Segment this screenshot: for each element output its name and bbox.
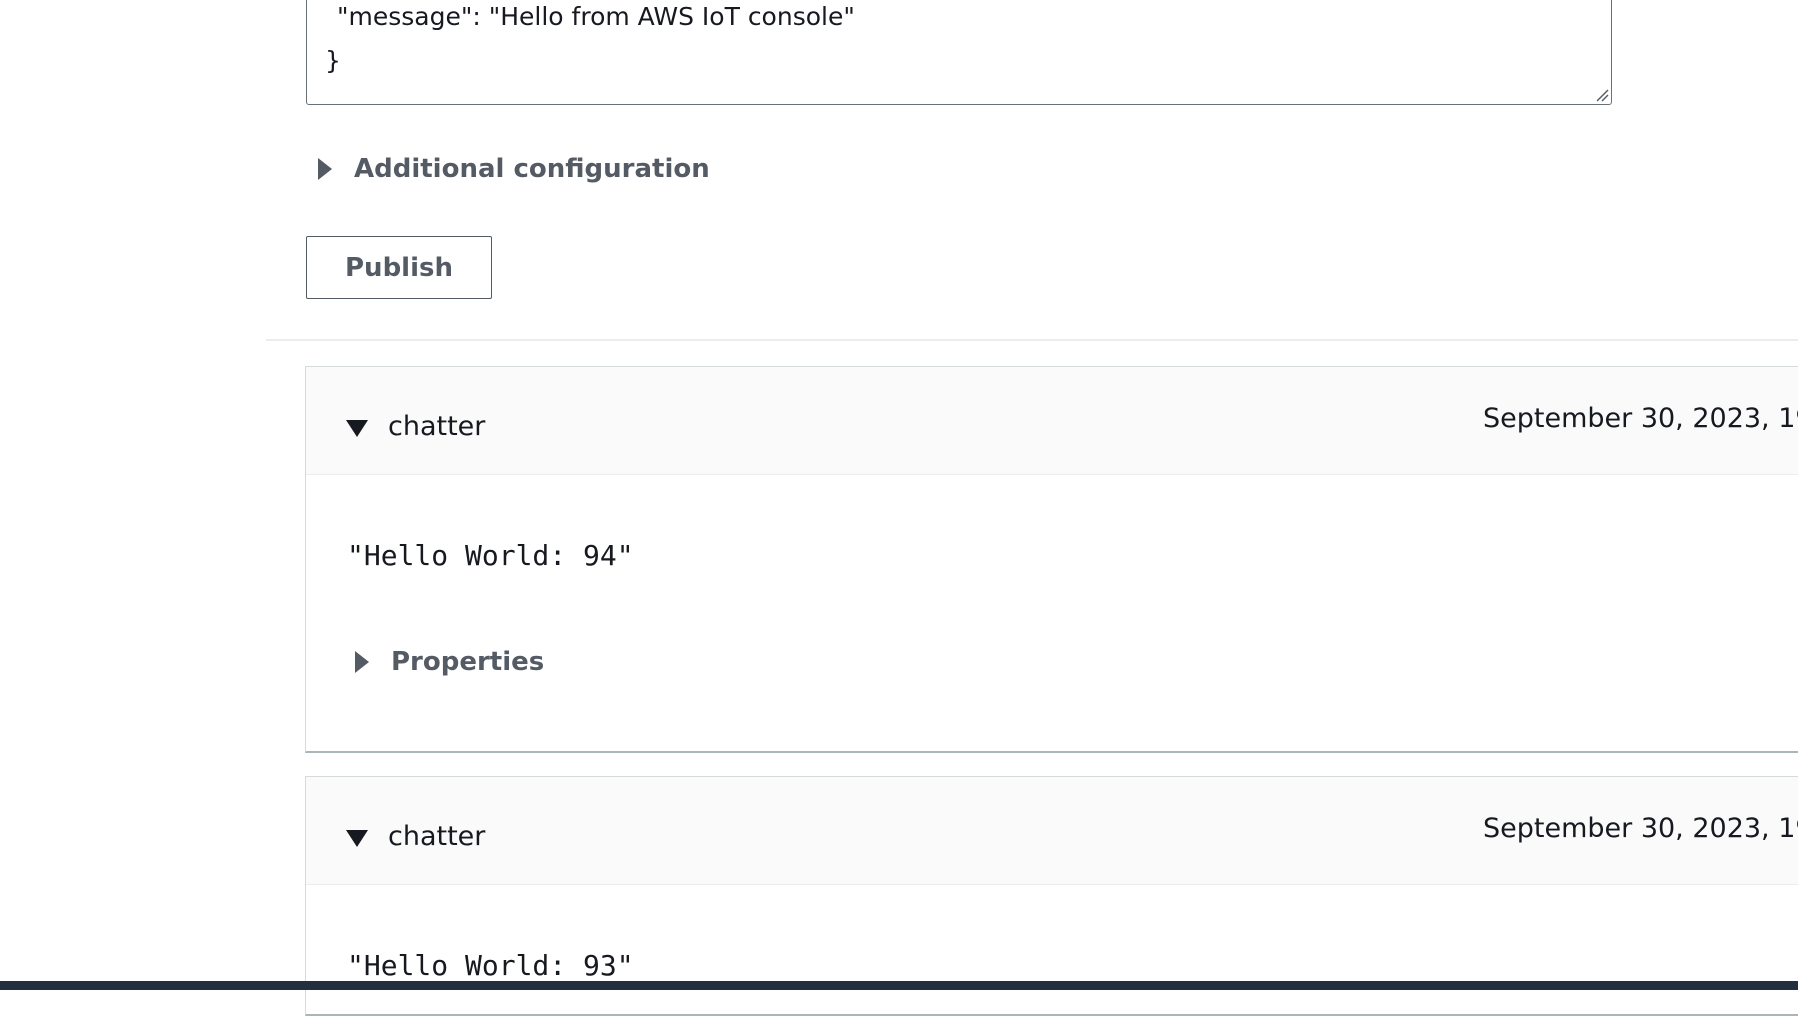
publish-button[interactable]: Publish xyxy=(306,236,492,299)
section-divider xyxy=(266,339,1798,341)
message-header[interactable]: chatter September 30, 2023, 19: xyxy=(306,777,1798,885)
message-timestamp: September 30, 2023, 19: xyxy=(1483,403,1798,434)
message-card: chatter September 30, 2023, 19: "Hello W… xyxy=(305,776,1798,1016)
properties-label: Properties xyxy=(391,647,545,677)
message-payload: "Hello World: 94" xyxy=(347,539,634,572)
payload-line: "message": "Hello from AWS IoT console" xyxy=(337,2,855,31)
message-timestamp: September 30, 2023, 19: xyxy=(1483,813,1798,844)
caret-right-icon xyxy=(318,158,332,180)
resize-handle-icon[interactable] xyxy=(1595,88,1609,102)
message-topic: chatter xyxy=(388,821,486,852)
message-header[interactable]: chatter September 30, 2023, 19: xyxy=(306,367,1798,475)
message-card: chatter September 30, 2023, 19: "Hello W… xyxy=(305,366,1798,753)
additional-configuration-label: Additional configuration xyxy=(354,154,710,184)
payload-line: } xyxy=(325,46,341,75)
properties-toggle[interactable]: Properties xyxy=(355,647,544,677)
message-topic: chatter xyxy=(388,411,486,442)
caret-right-icon xyxy=(355,651,369,673)
bottom-bar xyxy=(0,981,1798,990)
caret-down-icon xyxy=(346,420,368,437)
message-payload: "Hello World: 93" xyxy=(347,949,634,982)
caret-down-icon xyxy=(346,830,368,847)
payload-textarea[interactable]: "message": "Hello from AWS IoT console" … xyxy=(306,0,1612,105)
additional-configuration-toggle[interactable]: Additional configuration xyxy=(318,154,710,184)
